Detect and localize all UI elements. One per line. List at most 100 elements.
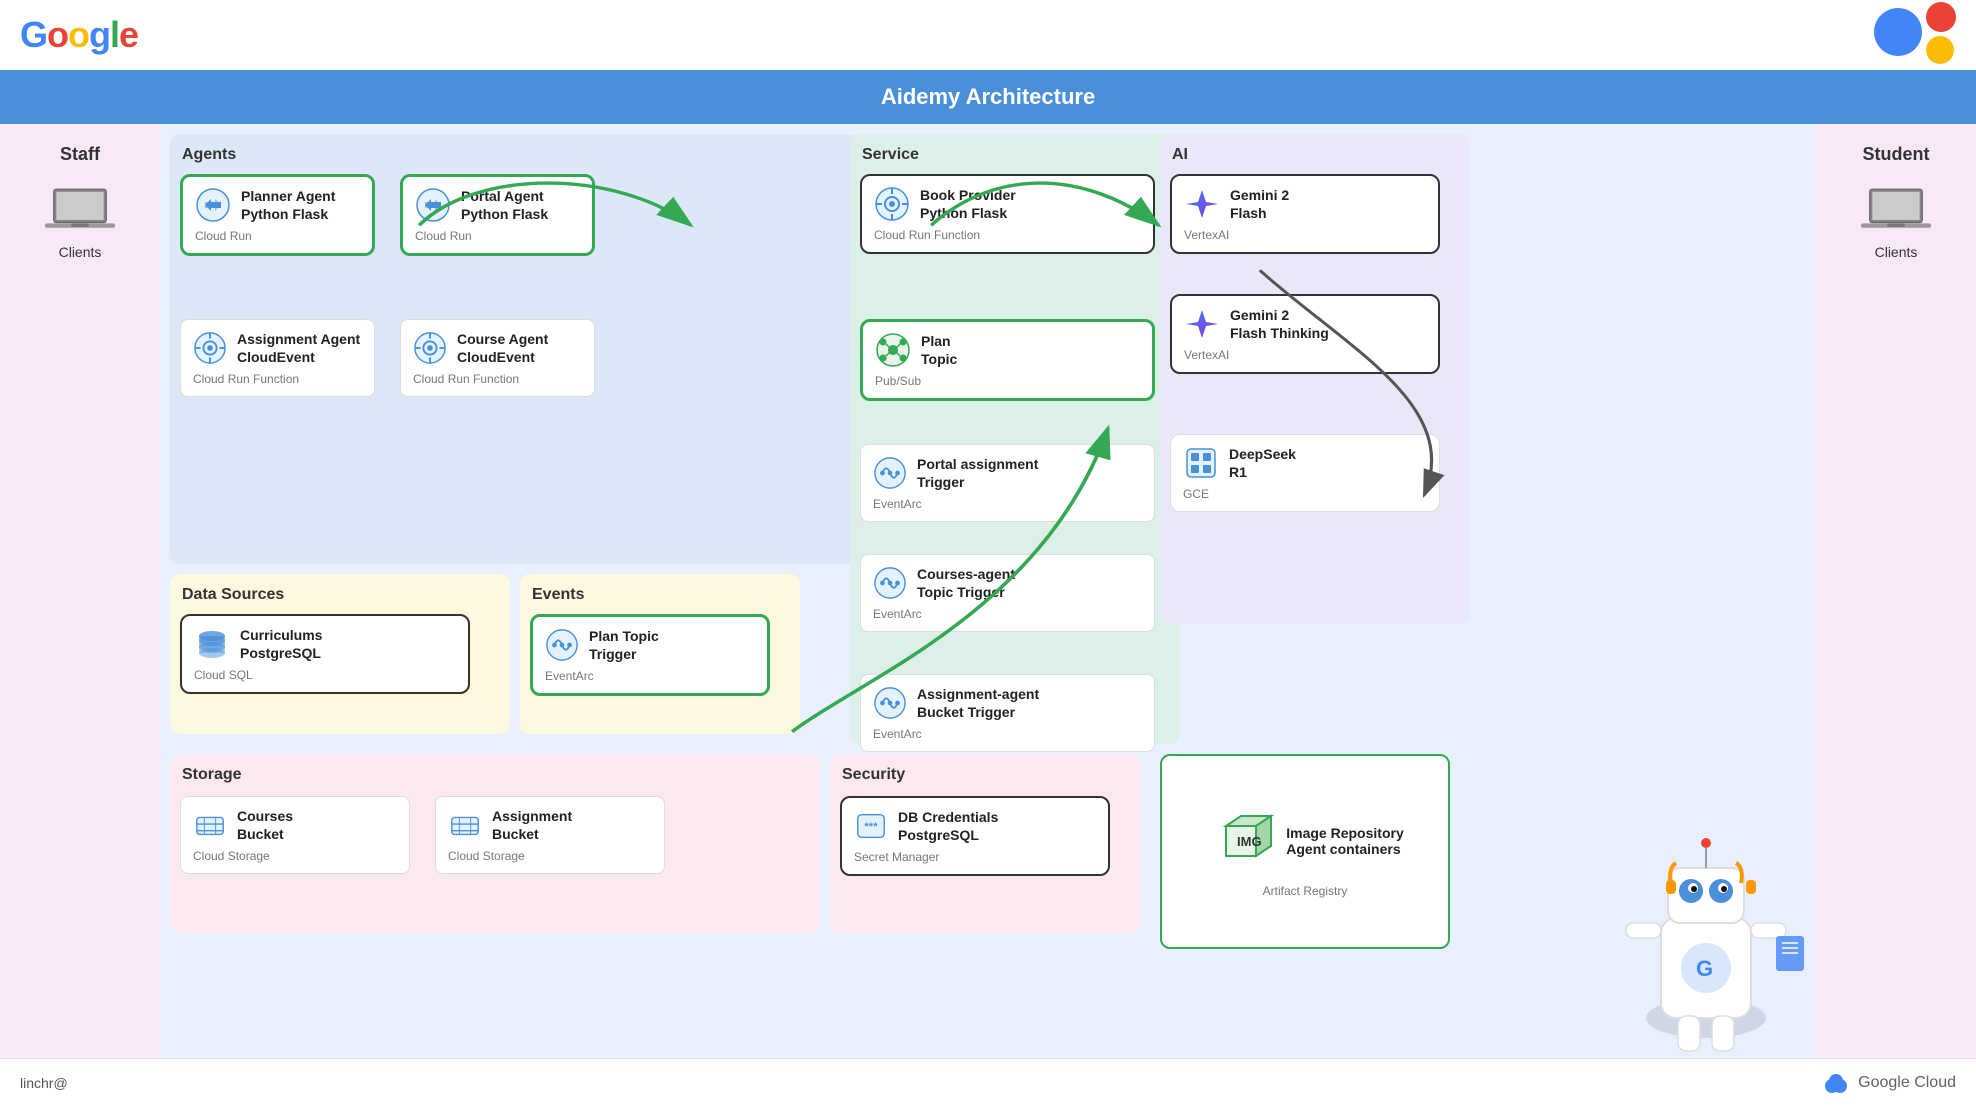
service-section: Service Book xyxy=(850,134,1180,744)
student-client-box: Clients xyxy=(1861,181,1931,260)
assignment-agent-bucket-trigger-subtitle: EventArc xyxy=(873,727,1142,741)
courses-agent-topic-trigger-title: Courses-agentTopic Trigger xyxy=(917,565,1015,601)
gemini-flash-title: Gemini 2Flash xyxy=(1230,186,1289,222)
dot-yellow xyxy=(1926,36,1954,64)
data-sources-title: Data Sources xyxy=(182,586,498,604)
assignment-agent-icon xyxy=(193,331,227,365)
assignment-agent-card: Assignment AgentCloudEvent Cloud Run Fun… xyxy=(180,319,375,397)
curriculums-subtitle: Cloud SQL xyxy=(194,668,456,682)
ai-section-title: AI xyxy=(1172,146,1458,164)
events-title: Events xyxy=(532,586,788,604)
gemini-flash-card: Gemini 2Flash VertexAI xyxy=(1170,174,1440,254)
curriculums-card: CurriculumsPostgreSQL Cloud SQL xyxy=(180,614,470,694)
db-credentials-title: DB CredentialsPostgreSQL xyxy=(898,808,998,844)
plan-topic-trigger-title: Plan TopicTrigger xyxy=(589,627,659,663)
courses-bucket-header: CoursesBucket xyxy=(193,807,397,843)
planner-agent-icon xyxy=(195,187,231,223)
gemini-flash-icon xyxy=(1184,186,1220,222)
course-agent-header: Course AgentCloudEvent xyxy=(413,330,582,366)
courses-agent-topic-trigger-icon xyxy=(873,566,907,600)
assignment-agent-header: Assignment AgentCloudEvent xyxy=(193,330,362,366)
assignment-bucket-icon xyxy=(448,808,482,842)
gemini-flash-subtitle: VertexAI xyxy=(1184,228,1426,242)
courses-bucket-subtitle: Cloud Storage xyxy=(193,849,397,863)
deepseek-r1-title: DeepSeekR1 xyxy=(1229,445,1296,481)
planner-agent-card: Planner AgentPython Flask Cloud Run xyxy=(180,174,375,256)
service-section-title: Service xyxy=(862,146,1168,164)
portal-agent-header: Portal AgentPython Flask xyxy=(415,187,580,223)
portal-assignment-trigger-subtitle: EventArc xyxy=(873,497,1142,511)
google-logo: Google xyxy=(20,14,138,56)
courses-bucket-card: CoursesBucket Cloud Storage xyxy=(180,796,410,874)
plan-topic-trigger-subtitle: EventArc xyxy=(545,669,755,683)
artifact-registry-icon: IMG xyxy=(1206,806,1276,876)
title-text: Aidemy Architecture xyxy=(881,84,1095,109)
sidebar-student: Student Clients xyxy=(1816,124,1976,1058)
portal-assignment-trigger-card: Portal assignmentTrigger EventArc xyxy=(860,444,1155,522)
courses-bucket-icon xyxy=(193,808,227,842)
agents-section-title: Agents xyxy=(182,146,848,164)
assignment-bucket-header: AssignmentBucket xyxy=(448,807,652,843)
google-cloud-logo-icon xyxy=(1822,1072,1850,1094)
assignment-agent-bucket-trigger-card: Assignment-agentBucket Trigger EventArc xyxy=(860,674,1155,752)
plan-topic-title: PlanTopic xyxy=(921,332,957,368)
artifact-registry-section: IMG Image RepositoryAgent containers Art… xyxy=(1160,754,1450,949)
gemini-flash-thinking-icon xyxy=(1184,306,1220,342)
curriculums-icon xyxy=(194,626,230,662)
course-agent-subtitle: Cloud Run Function xyxy=(413,372,582,386)
assignment-bucket-title: AssignmentBucket xyxy=(492,807,572,843)
svg-text:IMG: IMG xyxy=(1237,834,1262,849)
book-provider-subtitle: Cloud Run Function xyxy=(874,228,1141,242)
deepseek-r1-subtitle: GCE xyxy=(1183,487,1427,501)
student-title: Student xyxy=(1863,144,1930,165)
gemini-flash-thinking-title: Gemini 2Flash Thinking xyxy=(1230,306,1329,342)
book-provider-title: Book ProviderPython Flask xyxy=(920,186,1016,222)
gemini-flash-thinking-subtitle: VertexAI xyxy=(1184,348,1426,362)
events-section: Events Plan TopicTrigger xyxy=(520,574,800,734)
plan-topic-header: PlanTopic xyxy=(875,332,1140,368)
google-dots xyxy=(1874,8,1956,64)
plan-topic-trigger-icon xyxy=(545,628,579,662)
portal-agent-title: Portal AgentPython Flask xyxy=(461,187,548,223)
course-agent-card: Course AgentCloudEvent Cloud Run Functio… xyxy=(400,319,595,397)
assignment-agent-subtitle: Cloud Run Function xyxy=(193,372,362,386)
google-cloud-label: Google Cloud xyxy=(1858,1074,1956,1092)
content-row: Staff Clients Agents xyxy=(0,124,1976,1058)
curriculums-title: CurriculumsPostgreSQL xyxy=(240,626,322,662)
deepseek-r1-icon xyxy=(1183,445,1219,481)
plan-topic-card: PlanTopic Pub/Sub xyxy=(860,319,1155,401)
dot-blue xyxy=(1874,8,1922,56)
courses-agent-topic-trigger-subtitle: EventArc xyxy=(873,607,1142,621)
course-agent-icon xyxy=(413,331,447,365)
planner-agent-title: Planner AgentPython Flask xyxy=(241,187,335,223)
portal-assignment-trigger-header: Portal assignmentTrigger xyxy=(873,455,1142,491)
dot-red xyxy=(1926,2,1956,32)
plan-topic-trigger-header: Plan TopicTrigger xyxy=(545,627,755,663)
portal-assignment-trigger-icon xyxy=(873,456,907,490)
courses-agent-topic-trigger-card: Courses-agentTopic Trigger EventArc xyxy=(860,554,1155,632)
laptop-icon-student xyxy=(1861,181,1931,236)
deepseek-r1-card: DeepSeekR1 GCE xyxy=(1170,434,1440,512)
title-banner: Aidemy Architecture xyxy=(0,70,1976,124)
google-cloud-logo: Google Cloud xyxy=(1822,1072,1956,1094)
planner-agent-subtitle: Cloud Run xyxy=(195,229,360,243)
db-credentials-subtitle: Secret Manager xyxy=(854,850,1096,864)
staff-title: Staff xyxy=(60,144,100,165)
curriculums-header: CurriculumsPostgreSQL xyxy=(194,626,456,662)
artifact-registry-title: Image RepositoryAgent containers xyxy=(1286,825,1403,857)
plan-topic-trigger-card: Plan TopicTrigger EventArc xyxy=(530,614,770,696)
robot-illustration: G xyxy=(1596,798,1816,1058)
robot-image-container: G xyxy=(1596,798,1816,1058)
assignment-agent-bucket-trigger-title: Assignment-agentBucket Trigger xyxy=(917,685,1039,721)
assignment-agent-title: Assignment AgentCloudEvent xyxy=(237,330,360,366)
staff-client-box: Clients xyxy=(45,181,115,260)
plan-topic-subtitle: Pub/Sub xyxy=(875,374,1140,388)
book-provider-card: Book ProviderPython Flask Cloud Run Func… xyxy=(860,174,1155,254)
ai-section: AI xyxy=(1160,134,1470,624)
diagram-area: Agents Planner AgentPython Flask Cloud xyxy=(160,124,1816,1058)
assignment-agent-bucket-trigger-header: Assignment-agentBucket Trigger xyxy=(873,685,1142,721)
assignment-bucket-card: AssignmentBucket Cloud Storage xyxy=(435,796,665,874)
security-section: Security *** DB CredentialsPostgreSQL Se… xyxy=(830,754,1140,934)
portal-agent-card: Portal AgentPython Flask Cloud Run xyxy=(400,174,595,256)
db-credentials-header: *** DB CredentialsPostgreSQL xyxy=(854,808,1096,844)
